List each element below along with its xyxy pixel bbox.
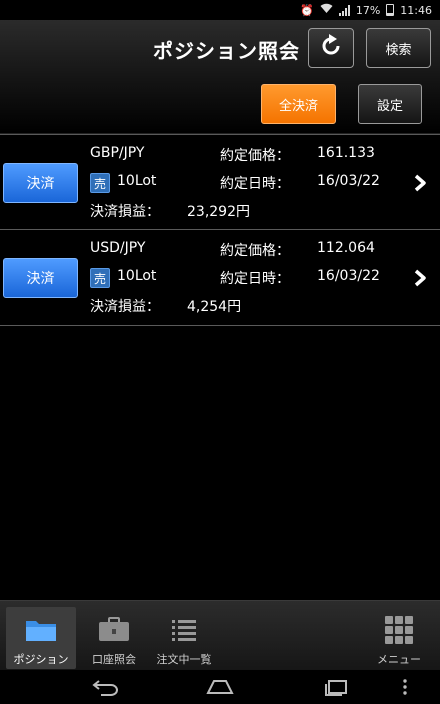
refresh-icon	[318, 33, 344, 63]
battery-icon	[386, 4, 395, 16]
list-icon	[166, 613, 202, 647]
nav-label: 注文中一覧	[156, 653, 212, 666]
clock: 11:46	[400, 3, 432, 17]
currency-pair: GBP/JPY	[90, 145, 145, 161]
nav-item-account[interactable]: 口座照会	[82, 607, 146, 669]
status-bar: ⏰ 17% 11:46	[0, 0, 440, 20]
grid-menu-icon	[381, 613, 417, 647]
side-badge: 売	[90, 268, 110, 288]
date-label: 約定日時：	[220, 176, 290, 192]
date-value: 16/03/22	[317, 268, 380, 284]
bottom-nav: ポジション 口座照会 注文中一覧 メニュー	[0, 600, 440, 671]
date-value: 16/03/22	[317, 173, 380, 189]
alarm-icon: ⏰	[300, 3, 314, 17]
header: ポジション照会 検索 全決済 設定	[0, 20, 440, 134]
chevron-right-icon[interactable]	[411, 173, 429, 193]
price-value: 161.133	[317, 145, 375, 161]
date-label: 約定日時：	[220, 271, 290, 287]
price-label: 約定価格：	[220, 243, 290, 259]
nav-label: ポジション	[13, 653, 69, 666]
briefcase-icon	[96, 613, 132, 647]
currency-pair: USD/JPY	[90, 240, 146, 256]
folder-icon	[23, 613, 59, 647]
price-label: 約定価格：	[220, 148, 290, 164]
battery-percent: 17%	[355, 3, 381, 17]
position-row[interactable]: 決済 GBP/JPY 売 10Lot 決済損益： 23,292円 約定価格： 1…	[0, 134, 440, 230]
nav-item-orders[interactable]: 注文中一覧	[150, 607, 218, 669]
side-badge: 売	[90, 173, 110, 193]
position-row[interactable]: 決済 USD/JPY 売 10Lot 決済損益： 4,254円 約定価格： 11…	[0, 230, 440, 326]
settle-button[interactable]: 決済	[3, 258, 78, 298]
nav-item-positions[interactable]: ポジション	[6, 607, 76, 669]
settings-button[interactable]: 設定	[358, 84, 422, 124]
price-value: 112.064	[317, 240, 375, 256]
page-title: ポジション照会	[153, 39, 300, 63]
positions-list: 決済 GBP/JPY 売 10Lot 決済損益： 23,292円 約定価格： 1…	[0, 134, 440, 326]
pl-label: 決済損益：	[90, 204, 160, 220]
pl-value: 23,292円	[187, 204, 250, 220]
nav-label: メニュー	[377, 653, 421, 666]
nav-label: 口座照会	[92, 653, 136, 666]
back-icon[interactable]	[90, 677, 120, 697]
signal-icon	[338, 4, 350, 16]
settle-button[interactable]: 決済	[3, 163, 78, 203]
pl-value: 4,254円	[187, 299, 242, 315]
lot-size: 10Lot	[117, 173, 157, 189]
lot-size: 10Lot	[117, 268, 157, 284]
wifi-icon	[320, 3, 333, 17]
search-button[interactable]: 検索	[366, 28, 431, 68]
nav-item-menu[interactable]: メニュー	[366, 607, 432, 669]
home-icon[interactable]	[205, 677, 235, 697]
system-navigation-bar	[0, 670, 440, 704]
close-all-button[interactable]: 全決済	[261, 84, 336, 124]
chevron-right-icon[interactable]	[411, 268, 429, 288]
refresh-button[interactable]	[308, 28, 354, 68]
pl-label: 決済損益：	[90, 299, 160, 315]
recent-apps-icon[interactable]	[322, 677, 352, 697]
overflow-menu-icon[interactable]	[390, 677, 420, 697]
